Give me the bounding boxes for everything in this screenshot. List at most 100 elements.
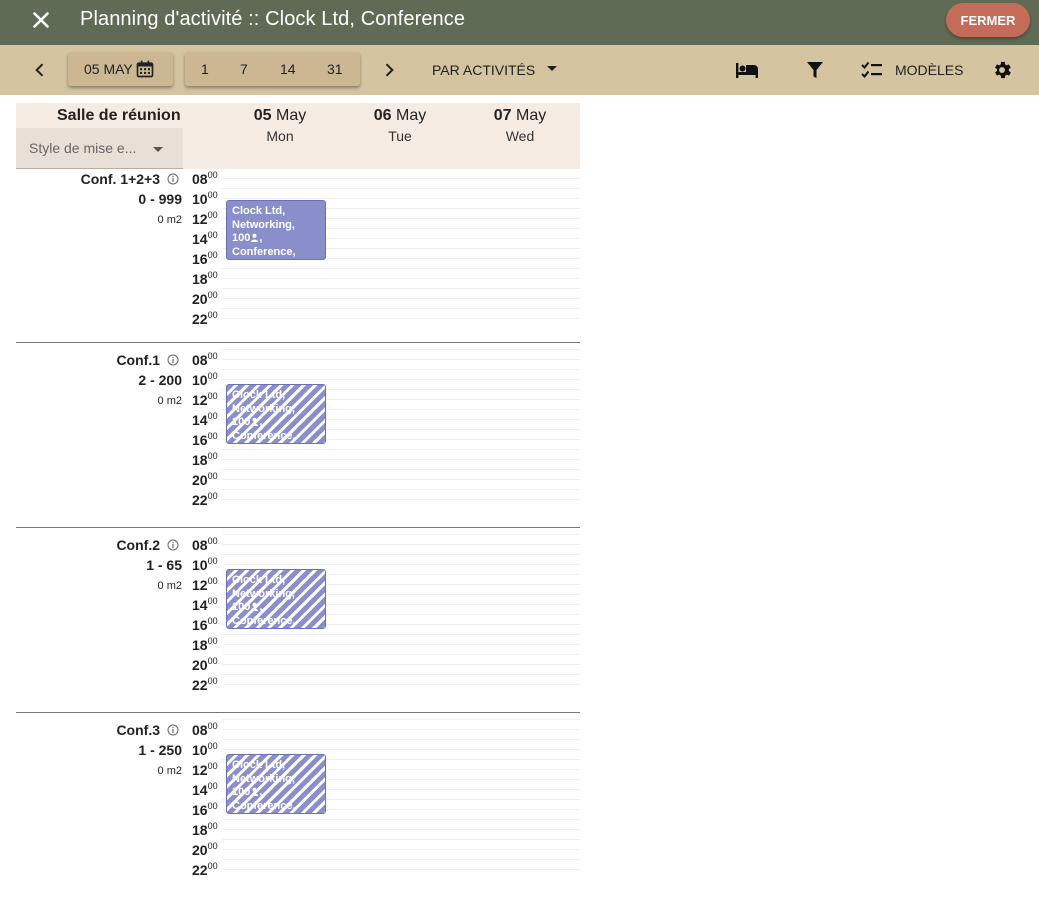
grid-line bbox=[222, 459, 580, 469]
room-type-title: Salle de réunion bbox=[57, 107, 181, 124]
hour-label: 2000 bbox=[192, 471, 218, 488]
info-icon[interactable] bbox=[167, 724, 179, 736]
hour-label: 2200 bbox=[192, 491, 218, 508]
room-capacity: 0 - 999 bbox=[138, 191, 182, 207]
hour-labels: 0800 1000 1200 1400 1600 1800 2000 2200 bbox=[192, 716, 222, 878]
grid-line bbox=[222, 278, 580, 288]
chevron-right-icon[interactable] bbox=[379, 60, 399, 80]
grid-line bbox=[222, 489, 580, 499]
filter-icon[interactable] bbox=[803, 59, 827, 81]
person-icon bbox=[251, 602, 259, 611]
hour-labels: 0800 1000 1200 1400 1600 1800 2000 2200 bbox=[192, 346, 222, 508]
room-name: Conf.1 bbox=[116, 352, 160, 368]
day-header-1: 05 May Mon bbox=[220, 107, 340, 144]
grid-line bbox=[222, 729, 580, 739]
hour-label: 2000 bbox=[192, 841, 218, 858]
grid-line bbox=[222, 534, 580, 544]
hour-label: 1200 bbox=[192, 210, 218, 227]
hour-label: 1600 bbox=[192, 431, 218, 448]
hour-label: 2200 bbox=[192, 310, 218, 327]
grid-line bbox=[222, 634, 580, 644]
grid-line bbox=[222, 268, 580, 278]
close-icon[interactable] bbox=[28, 7, 54, 33]
hour-label: 2000 bbox=[192, 656, 218, 673]
room-area: 0 m2 bbox=[157, 580, 182, 592]
room-divider bbox=[16, 712, 580, 713]
hour-label: 1000 bbox=[192, 371, 218, 388]
templates-button[interactable]: MODÈLES bbox=[895, 62, 963, 78]
grid-header: Salle de réunion Style de mise e... 05 M… bbox=[16, 103, 580, 169]
room-area: 0 m2 bbox=[157, 395, 182, 407]
day-weekday: Wed bbox=[505, 128, 535, 144]
hour-label: 1600 bbox=[192, 616, 218, 633]
range-option-14[interactable]: 14 bbox=[280, 61, 296, 77]
range-option-1[interactable]: 1 bbox=[201, 61, 209, 77]
toolbar: 05 MAY 1 7 14 31 PAR ACTIVITÉS MODÈLES bbox=[0, 45, 1039, 95]
range-option-31[interactable]: 31 bbox=[327, 61, 343, 77]
event-block[interactable]: Clock Ltd, Networking, 100, Conference, bbox=[226, 384, 326, 444]
gear-icon[interactable] bbox=[990, 59, 1014, 81]
hour-labels: 0800 1000 1200 1400 1600 1800 2000 2200 bbox=[192, 531, 222, 693]
event-attendees: 100, bbox=[232, 232, 320, 246]
room-area: 0 m2 bbox=[157, 214, 182, 226]
room-capacity: 2 - 200 bbox=[138, 372, 182, 388]
grid-line bbox=[222, 819, 580, 829]
grid-line bbox=[222, 544, 580, 554]
grid-line bbox=[222, 869, 580, 879]
event-attendees: 100, bbox=[232, 416, 320, 430]
event-attendee-suffix: , bbox=[259, 416, 263, 428]
grid-line bbox=[222, 684, 580, 694]
event-activity: Networking, bbox=[232, 402, 295, 415]
event-attendee-count: 100 bbox=[232, 416, 251, 428]
event-block[interactable]: Clock Ltd, Networking, 100, Conference, bbox=[226, 569, 326, 629]
date-picker-button[interactable]: 05 MAY bbox=[68, 52, 173, 86]
hour-label: 1000 bbox=[192, 741, 218, 758]
range-selector: 1 7 14 31 bbox=[185, 52, 360, 86]
hour-label: 1400 bbox=[192, 230, 218, 247]
event-client: Clock Ltd, bbox=[232, 759, 286, 771]
event-block[interactable]: Clock Ltd, Networking, 100, Conference, bbox=[226, 754, 326, 814]
event-activity: Networking, bbox=[232, 772, 295, 785]
hour-label: 1000 bbox=[192, 190, 218, 207]
grid-line bbox=[222, 849, 580, 859]
room-row: Conf. 1+2+3 0 - 999 0 m2 0800 1000 1200 140… bbox=[16, 161, 580, 346]
caret-down-icon[interactable] bbox=[547, 66, 557, 71]
hour-label: 1600 bbox=[192, 801, 218, 818]
day-number: 07 bbox=[493, 107, 512, 124]
event-block[interactable]: Clock Ltd, Networking, 100, Conference, bbox=[226, 200, 326, 260]
hour-label: 1600 bbox=[192, 250, 218, 267]
room-row: Conf.1 2 - 200 0 m2 0800 1000 1200 1400 1600… bbox=[16, 342, 580, 527]
info-icon[interactable] bbox=[167, 173, 179, 185]
info-icon[interactable] bbox=[167, 354, 179, 366]
grid-line bbox=[222, 449, 580, 459]
grid-line bbox=[222, 359, 580, 369]
event-attendee-count: 100 bbox=[232, 786, 251, 798]
info-icon[interactable] bbox=[167, 539, 179, 551]
grid-line bbox=[222, 839, 580, 849]
grid-line bbox=[222, 829, 580, 839]
event-attendee-suffix: , bbox=[259, 601, 263, 613]
hour-label: 2000 bbox=[192, 290, 218, 307]
event-type: Conference, bbox=[232, 799, 296, 812]
grid-line bbox=[222, 178, 580, 188]
chevron-left-icon[interactable] bbox=[30, 60, 50, 80]
event-activity: Networking, bbox=[232, 218, 295, 231]
hour-label: 2200 bbox=[192, 676, 218, 693]
range-option-7[interactable]: 7 bbox=[240, 61, 248, 77]
grid-line bbox=[222, 674, 580, 684]
room-name: Conf.3 bbox=[116, 722, 160, 738]
event-attendees: 100, bbox=[232, 601, 320, 615]
grid-line bbox=[222, 369, 580, 379]
grid-line bbox=[222, 308, 580, 318]
room-capacity: 1 - 65 bbox=[146, 557, 182, 573]
close-button[interactable]: FERMER bbox=[946, 3, 1030, 37]
grid-line bbox=[222, 859, 580, 869]
checklist-icon[interactable] bbox=[860, 59, 884, 81]
day-month: May bbox=[516, 107, 547, 124]
grid-line bbox=[222, 644, 580, 654]
bed-icon[interactable] bbox=[735, 59, 759, 81]
view-mode-select[interactable]: PAR ACTIVITÉS bbox=[432, 62, 535, 78]
room-divider bbox=[16, 342, 580, 343]
event-activity: Networking, bbox=[232, 587, 295, 600]
person-icon bbox=[251, 233, 259, 242]
